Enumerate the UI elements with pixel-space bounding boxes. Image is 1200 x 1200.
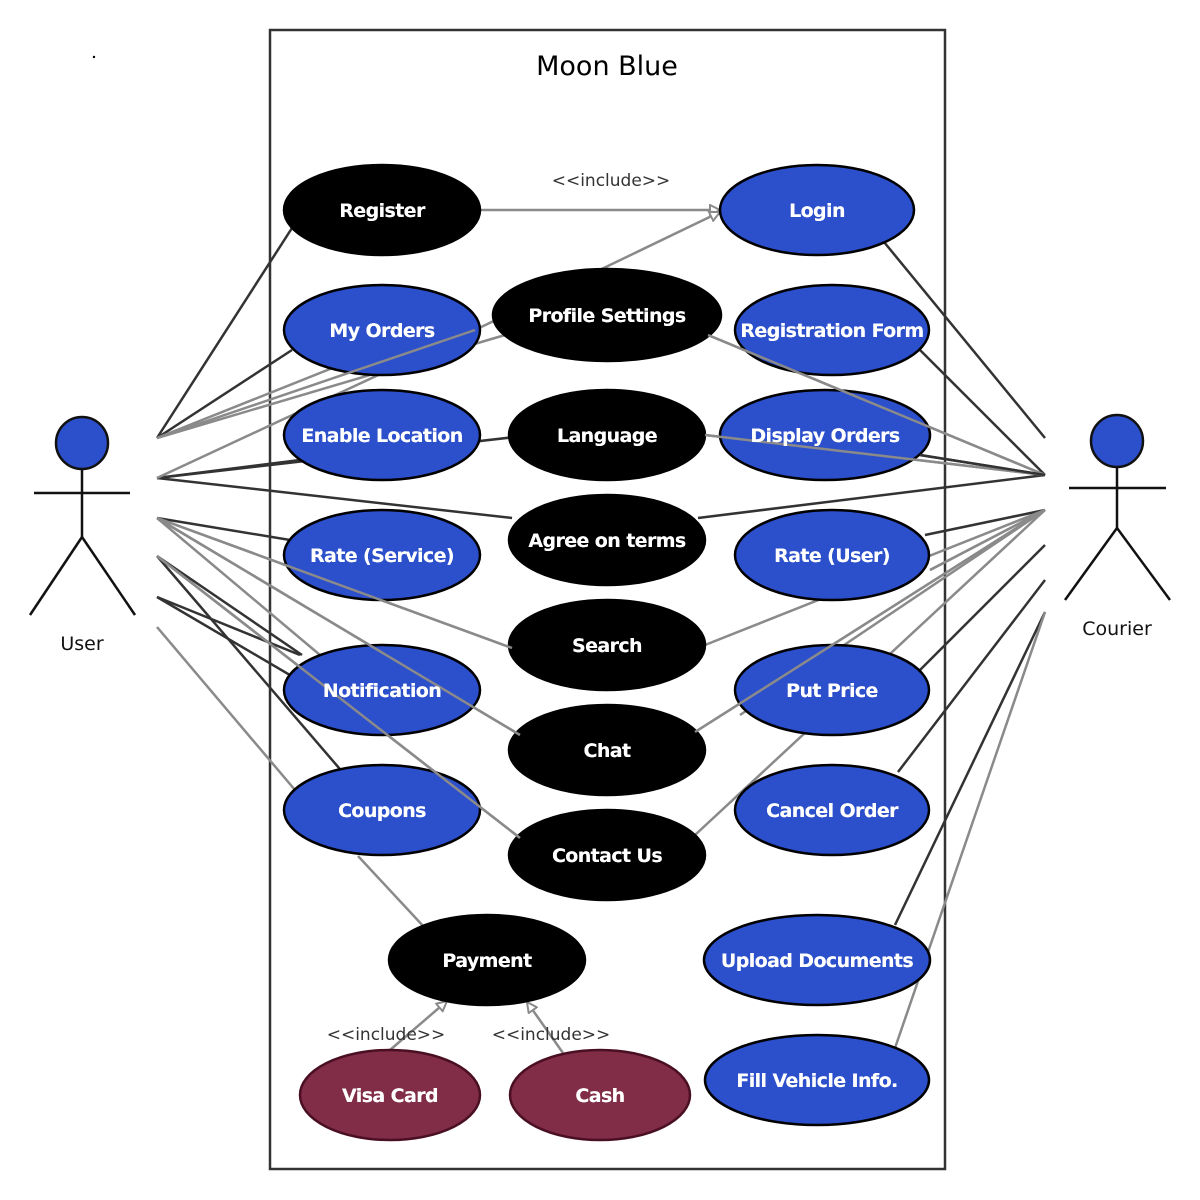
system-title: Moon Blue [536,51,678,82]
include-label-register-login: <<include>> [552,171,671,191]
actor-head-icon [1089,413,1145,469]
use-case-label-overlay: My Orders [329,320,434,342]
actor-user[interactable]: User [28,415,137,655]
use-case-diagram: Moon Blue Register Login My Orders Profile … [28,28,1172,1171]
association-line [919,349,1046,476]
use-case-label-overlay: Put Price [786,680,878,702]
use-case-label-overlay: Coupons [338,800,426,822]
use-case-label-overlay: Register [339,200,426,222]
use-case-label-overlay: Chat [584,740,631,762]
use-case-label-overlay: Fill Vehicle Info. [736,1070,897,1092]
use-case-label-overlay: Payment [442,950,532,972]
use-case-label-overlay: Registration Form [740,320,923,342]
actor-user-label: User [60,633,103,655]
association-line [357,855,426,929]
include-label-cash-payment: <<include>> [492,1025,611,1045]
use-case-label-overlay: Profile Settings [528,305,686,327]
use-case-label-overlay: Display Orders [750,425,900,447]
use-case-label-overlay: Cash [575,1085,624,1107]
actor-courier[interactable]: Courier [1063,413,1172,640]
use-case-label-overlay: Agree on terms [528,530,686,552]
actor-head-icon [54,415,110,471]
association-line [156,476,513,520]
stray-dot [92,55,96,59]
association-line [156,626,296,791]
use-case-label-overlay: Login [789,200,845,222]
use-case-label-overlay: Search [572,635,642,657]
use-case-label-overlay: Enable Location [301,425,462,447]
association-line [893,611,1047,926]
include-label-visa-payment: <<include>> [327,1025,446,1045]
use-case-label-overlay: Rate (User) [774,545,890,567]
use-case-label-overlay: Notification [323,680,441,702]
use-case-label-overlay: Upload Documents [721,950,914,972]
use-cases: Register Login My Orders Profile Settings Re… [156,163,1046,1142]
use-case-label-overlay: Visa Card [342,1085,438,1107]
use-case-label-overlay: Contact Us [552,845,662,867]
use-case-label-overlay: Rate (Service) [310,545,454,567]
actor-courier-label: Courier [1082,618,1152,640]
use-case-label-overlay: Cancel Order [766,800,899,822]
use-case-label-overlay: Language [557,425,657,447]
association-line [155,227,294,439]
association-line [697,473,1046,520]
